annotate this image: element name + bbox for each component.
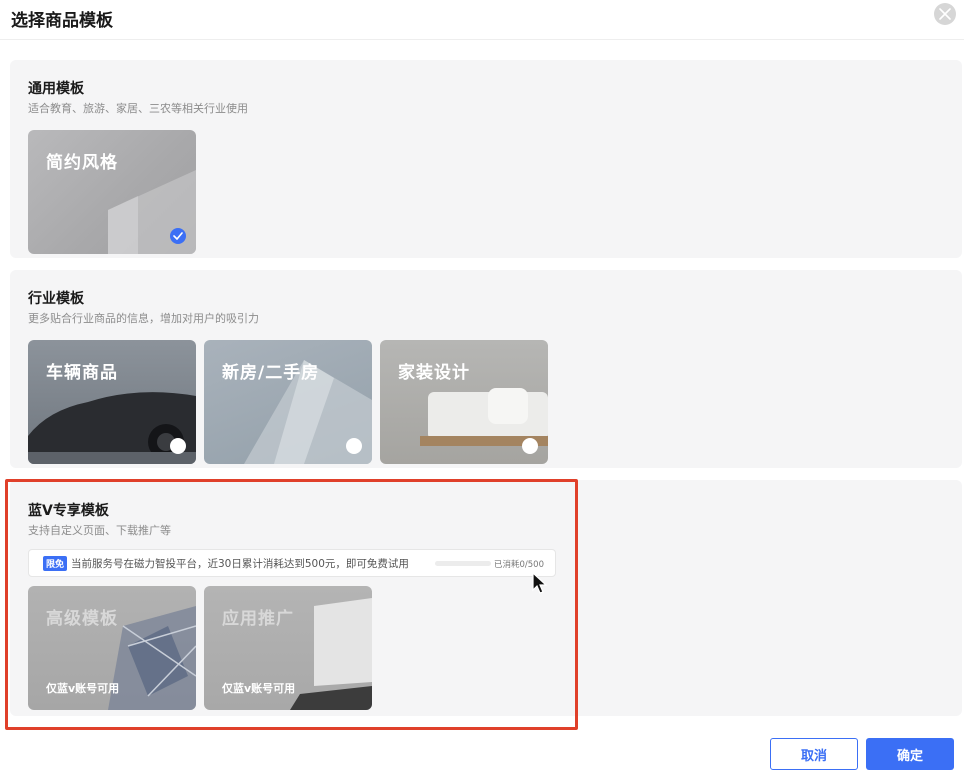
selected-check-icon [170, 228, 186, 244]
card-label: 高级模板 [46, 609, 118, 629]
free-badge: 限免 [43, 556, 68, 571]
radio-unselected-icon [522, 438, 538, 454]
card-label: 家装设计 [398, 363, 470, 383]
general-template-section: 通用模板 适合教育、旅游、家居、三农等相关行业使用 简约风格 [10, 60, 962, 258]
free-trial-notice: 限免 当前服务号在磁力智投平台，近30日累计消耗达到500元，即可免费试用 已消… [28, 549, 556, 577]
section-desc: 更多贴合行业商品的信息，增加对用户的吸引力 [28, 312, 259, 325]
dialog-header: 选择商品模板 [0, 0, 964, 40]
bluev-template-section: 蓝V专享模板 支持自定义页面、下载推广等 限免 当前服务号在磁力智投平台，近30… [10, 480, 962, 716]
industry-template-section: 行业模板 更多贴合行业商品的信息，增加对用户的吸引力 车辆商品 新房/二手房 家… [10, 270, 962, 468]
close-icon [939, 8, 951, 20]
notice-text: 当前服务号在磁力智投平台，近30日累计消耗达到500元，即可免费试用 [71, 558, 409, 570]
section-title: 蓝V专享模板 [28, 503, 109, 519]
template-card-decoration[interactable]: 家装设计 [380, 340, 548, 464]
confirm-button[interactable]: 确定 [866, 738, 954, 770]
card-note: 仅蓝v账号可用 [222, 682, 296, 695]
template-card-advanced[interactable]: 高级模板 仅蓝v账号可用 [28, 586, 196, 710]
template-card-vehicle[interactable]: 车辆商品 [28, 340, 196, 464]
close-button[interactable] [934, 3, 956, 25]
cancel-button[interactable]: 取消 [770, 738, 858, 770]
section-title: 通用模板 [28, 81, 84, 97]
mouse-cursor-icon [532, 572, 548, 594]
card-label: 车辆商品 [46, 363, 118, 383]
progress-text: 已消耗0/500 [494, 560, 544, 570]
card-note: 仅蓝v账号可用 [46, 682, 120, 695]
consumption-progress-bar [435, 561, 491, 566]
radio-unselected-icon [170, 438, 186, 454]
card-label: 简约风格 [46, 153, 118, 173]
card-label: 新房/二手房 [222, 363, 320, 383]
section-desc: 支持自定义页面、下载推广等 [28, 524, 171, 537]
template-card-simple[interactable]: 简约风格 [28, 130, 196, 254]
card-label: 应用推广 [222, 609, 294, 629]
template-card-app-promotion[interactable]: 应用推广 仅蓝v账号可用 [204, 586, 372, 710]
dialog-title: 选择商品模板 [11, 11, 113, 31]
section-title: 行业模板 [28, 291, 84, 307]
template-card-house[interactable]: 新房/二手房 [204, 340, 372, 464]
radio-unselected-icon [346, 438, 362, 454]
section-desc: 适合教育、旅游、家居、三农等相关行业使用 [28, 102, 248, 115]
